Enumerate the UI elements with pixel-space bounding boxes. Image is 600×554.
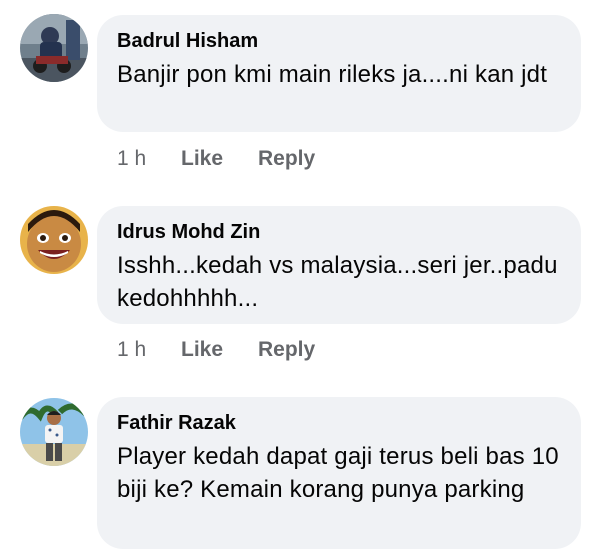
avatar[interactable] xyxy=(20,14,88,82)
comment-text: Isshh...kedah vs malaysia...seri jer..pa… xyxy=(117,252,558,312)
comment-bubble: Idrus Mohd Zin Isshh...kedah vs malaysia… xyxy=(97,206,581,324)
comment-text: Banjir pon kmi main rileks ja....ni kan … xyxy=(117,61,548,88)
comment-author[interactable]: Fathir Razak xyxy=(117,410,561,436)
comment-actions: 1 h Like Reply xyxy=(117,146,315,172)
comment-author[interactable]: Badrul Hisham xyxy=(117,28,561,54)
reply-button[interactable]: Reply xyxy=(258,146,315,172)
comment-actions: 1 h Like Reply xyxy=(117,337,315,363)
avatar[interactable] xyxy=(20,398,88,466)
like-button[interactable]: Like xyxy=(181,146,258,172)
comment-author[interactable]: Idrus Mohd Zin xyxy=(117,219,561,245)
comment-bubble: Badrul Hisham Banjir pon kmi main rileks… xyxy=(97,15,581,132)
comment-text: Player kedah dapat gaji terus beli bas 1… xyxy=(117,443,559,503)
comment-timestamp[interactable]: 1 h xyxy=(117,146,181,172)
avatar[interactable] xyxy=(20,206,88,274)
like-button[interactable]: Like xyxy=(181,337,258,363)
reply-button[interactable]: Reply xyxy=(258,337,315,363)
comment-bubble: Fathir Razak Player kedah dapat gaji ter… xyxy=(97,397,581,549)
comment-timestamp[interactable]: 1 h xyxy=(117,337,181,363)
